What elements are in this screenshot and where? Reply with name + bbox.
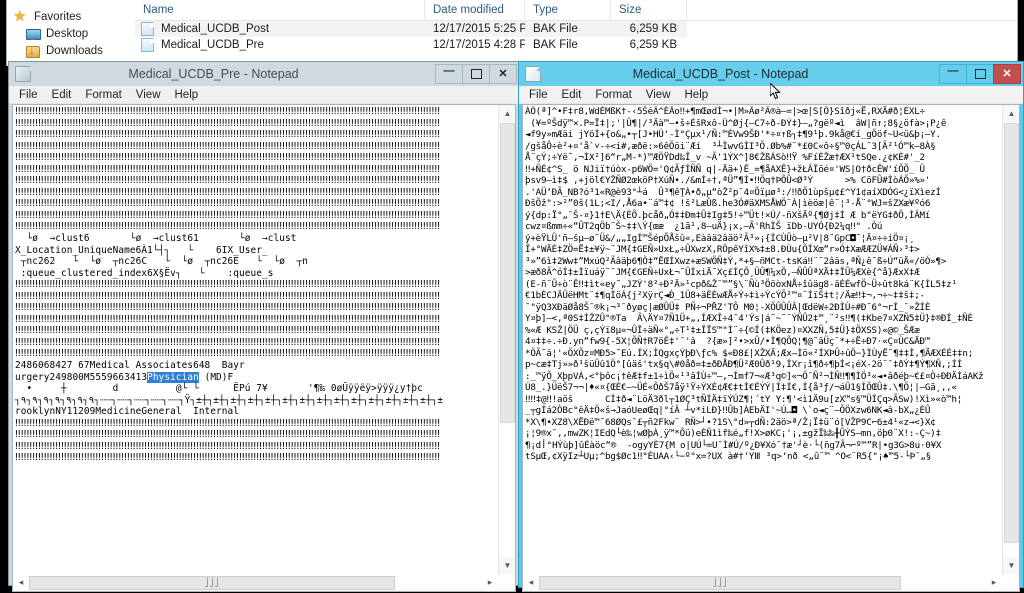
document-text[interactable]: ‼‼‼‼‼‼‼‼‼‼‼‼‼‼‼‼‼‼‼‼‼‼‼‼‼‼‼‼‼‼‼‼‼‼‼‼‼‼‼‼… xyxy=(15,106,497,464)
table-row[interactable]: Medical_UCDB_Pre 12/17/2015 4:28 PM BAK … xyxy=(135,37,1017,53)
column-header-name[interactable]: Name xyxy=(135,0,425,21)
bak-file-icon xyxy=(141,22,154,36)
resize-grip[interactable] xyxy=(1003,574,1019,591)
menu-item-view[interactable]: View xyxy=(129,86,168,104)
vertical-scrollbar[interactable]: ▲ ▼ xyxy=(498,105,515,574)
close-icon xyxy=(1002,67,1011,80)
menu-item-edit[interactable]: Edit xyxy=(555,86,589,104)
vertical-scrollbar-thumb[interactable] xyxy=(500,123,515,423)
explorer-file-list: Name Date modified Type Size Medical_UCD… xyxy=(135,0,1017,66)
title-bar[interactable]: Medical_UCDB_Pre - Notepad xyxy=(9,62,519,86)
window-controls xyxy=(939,63,1021,85)
scroll-down-icon[interactable]: ▼ xyxy=(499,557,515,574)
maximize-icon xyxy=(471,69,482,79)
file-name-cell[interactable]: Medical_UCDB_Pre xyxy=(135,37,425,53)
notepad-window-post[interactable]: Medical_UCDB_Post - Notepad File Edit Fo… xyxy=(518,61,1024,592)
menu-item-file[interactable]: File xyxy=(12,86,45,104)
notepad-icon xyxy=(15,66,31,82)
menu-item-format[interactable]: Format xyxy=(78,86,128,104)
file-name-text: Medical_UCDB_Pre xyxy=(161,39,264,51)
table-row[interactable]: Medical_UCDB_Post 12/17/2015 5:25 PM BAK… xyxy=(135,21,1017,37)
menu-item-help[interactable]: Help xyxy=(168,86,206,104)
column-header-date-modified[interactable]: Date modified xyxy=(425,0,525,21)
resize-grip[interactable] xyxy=(499,574,515,591)
file-size-cell: 6,259 KB xyxy=(629,39,677,51)
maximize-icon xyxy=(975,69,986,79)
document-text[interactable]: ÀÖ(ª]^•F‡r8,WdÉMßK†-‹5ŠéÃ^ÈÂo‼+¶mŒødÌ¬•|… xyxy=(525,106,1001,463)
menu-item-format[interactable]: Format xyxy=(588,86,638,104)
text-area-post[interactable]: ÀÖ(ª]^•F‡r8,WdÉMßK†-‹5ŠéÃ^ÈÂo‼+¶mŒødÌ¬•|… xyxy=(522,104,1020,574)
menu-bar: File Edit Format View Help xyxy=(9,86,519,104)
nav-item-label: Desktop xyxy=(46,28,89,40)
minimize-button[interactable] xyxy=(939,63,967,84)
horizontal-scroll-strip[interactable]: ◂ ⎦⎦⎦ ▸ xyxy=(522,574,1020,592)
file-name-text: Medical_UCDB_Post xyxy=(161,23,270,35)
scroll-left-icon[interactable]: ◂ xyxy=(523,575,539,591)
menu-item-edit[interactable]: Edit xyxy=(45,86,79,104)
notepad-icon xyxy=(525,66,541,82)
file-date-cell: 12/17/2015 4:28 PM xyxy=(433,39,525,51)
scroll-left-icon[interactable]: ◂ xyxy=(13,575,29,591)
vertical-scrollbar-thumb[interactable] xyxy=(1004,123,1019,543)
scroll-up-icon[interactable]: ▲ xyxy=(499,105,515,122)
column-header-size[interactable]: Size xyxy=(611,0,687,21)
file-explorer-window: Favorites Desktop Downloads Name Date mo… xyxy=(6,0,1018,66)
text-area-pre[interactable]: ‼‼‼‼‼‼‼‼‼‼‼‼‼‼‼‼‼‼‼‼‼‼‼‼‼‼‼‼‼‼‼‼‼‼‼‼‼‼‼‼… xyxy=(12,104,516,574)
horizontal-scroll-strip[interactable]: ◂ ⎦⎦⎦ ▸ xyxy=(12,574,516,592)
file-type-cell: BAK File xyxy=(525,21,611,37)
bak-file-icon xyxy=(141,38,154,52)
window-title: Medical_UCDB_Pre - Notepad xyxy=(128,67,299,81)
screen: Favorites Desktop Downloads Name Date mo… xyxy=(0,0,1024,593)
scroll-right-icon[interactable]: ▸ xyxy=(482,575,498,591)
notepad-window-pre[interactable]: Medical_UCDB_Pre - Notepad File Edit For… xyxy=(8,61,520,592)
nav-item-downloads[interactable]: Downloads xyxy=(7,43,135,59)
menu-item-help[interactable]: Help xyxy=(678,86,716,104)
text-before-selection: ‼‼‼‼‼‼‼‼‼‼‼‼‼‼‼‼‼‼‼‼‼‼‼‼‼‼‼‼‼‼‼‼‼‼‼‼‼‼‼‼… xyxy=(15,106,441,383)
maximize-button[interactable] xyxy=(966,63,994,84)
horizontal-scrollbar-thumb[interactable]: ⎦⎦⎦ xyxy=(29,575,395,590)
download-icon xyxy=(25,44,41,58)
window-title: Medical_UCDB_Post - Notepad xyxy=(632,67,809,81)
menu-bar: File Edit Format View Help xyxy=(519,86,1023,104)
minimize-icon xyxy=(444,68,455,80)
scroll-up-icon[interactable]: ▲ xyxy=(1003,105,1019,122)
horizontal-scrollbar[interactable]: ◂ ⎦⎦⎦ ▸ xyxy=(13,574,515,591)
minimize-icon xyxy=(948,68,959,80)
close-button[interactable] xyxy=(993,63,1021,84)
file-type-cell: BAK File xyxy=(533,39,578,51)
menu-item-file[interactable]: File xyxy=(522,86,555,104)
file-date-cell: 12/17/2015 5:25 PM xyxy=(425,21,525,37)
nav-item-desktop[interactable]: Desktop xyxy=(7,26,135,42)
horizontal-scrollbar-thumb[interactable]: ⎦⎦⎦ xyxy=(539,575,901,590)
star-icon xyxy=(13,7,29,25)
vertical-scrollbar[interactable]: ▲ ▼ xyxy=(1002,105,1019,574)
explorer-column-headers: Name Date modified Type Size xyxy=(135,0,1017,21)
title-bar[interactable]: Medical_UCDB_Post - Notepad xyxy=(519,62,1023,86)
menu-item-view[interactable]: View xyxy=(639,86,678,104)
file-size-cell: 6,259 KB xyxy=(611,21,687,37)
scroll-right-icon[interactable]: ▸ xyxy=(986,575,1002,591)
column-header-type[interactable]: Type xyxy=(525,0,611,21)
text-after-selection: (MD)F • ┼ d @└ └ ËPú 7¥ '¶‰ 0øÜÿÿëÿ>ÿÿÿ¿… xyxy=(15,371,444,464)
nav-item-label: Favorites xyxy=(34,11,82,23)
scroll-down-icon[interactable]: ▼ xyxy=(1003,557,1019,574)
desktop-icon xyxy=(25,27,41,41)
maximize-button[interactable] xyxy=(462,63,490,84)
horizontal-scrollbar[interactable]: ◂ ⎦⎦⎦ ▸ xyxy=(523,574,1019,591)
nav-item-favorites[interactable]: Favorites xyxy=(7,7,135,25)
file-name-cell[interactable]: Medical_UCDB_Post xyxy=(135,21,425,37)
nav-item-label: Downloads xyxy=(46,45,103,57)
explorer-navigation-pane: Favorites Desktop Downloads xyxy=(7,0,135,66)
selected-text[interactable]: Physician xyxy=(147,371,199,383)
minimize-button[interactable] xyxy=(435,63,463,84)
